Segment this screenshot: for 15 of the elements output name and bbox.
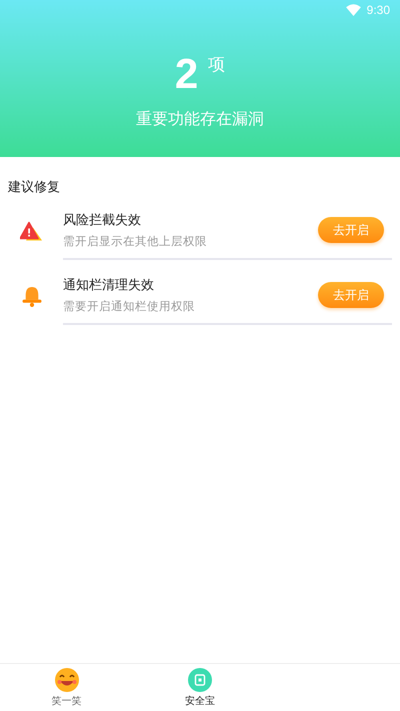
warning-icon [20, 220, 44, 242]
wifi-icon [346, 4, 361, 16]
bell-icon [20, 286, 44, 306]
issue-count: 2 [174, 53, 198, 95]
nav-tab[interactable]: 安全宝 [133, 664, 267, 711]
count-unit: 项 [208, 54, 226, 77]
section-title: 建议修复 [7, 179, 61, 197]
summary-message: 重要功能存在漏洞 [136, 109, 264, 130]
item-description: 需要开启通知栏使用权限 [63, 299, 195, 314]
item-title: 风险拦截失效 [63, 212, 142, 229]
status-time: 9:30 [366, 3, 390, 17]
smiley-icon [54, 668, 79, 692]
item-title: 通知栏清理失效 [63, 277, 155, 294]
item-description: 需开启显示在其他上层权限 [63, 234, 207, 249]
nav-tab[interactable]: 笑一笑 [0, 664, 134, 711]
